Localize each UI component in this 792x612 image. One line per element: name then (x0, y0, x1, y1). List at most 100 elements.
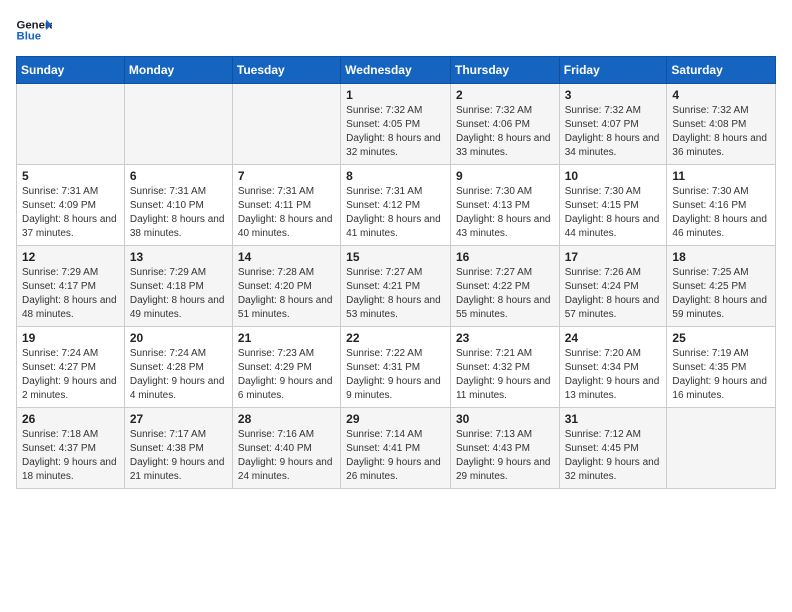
calendar-cell: 2 Sunrise: 7:32 AM Sunset: 4:06 PM Daylig… (450, 84, 559, 165)
calendar-week-row: 5 Sunrise: 7:31 AM Sunset: 4:09 PM Daylig… (17, 165, 776, 246)
day-number: 20 (130, 331, 227, 345)
calendar-week-row: 19 Sunrise: 7:24 AM Sunset: 4:27 PM Dayli… (17, 327, 776, 408)
day-info: Sunrise: 7:17 AM Sunset: 4:38 PM Dayligh… (130, 428, 227, 484)
day-number: 27 (130, 412, 227, 426)
day-number: 29 (346, 412, 445, 426)
calendar-cell: 12Sunrise: 7:29 AM Sunset: 4:17 PM Dayli… (17, 246, 125, 327)
calendar-week-row: 1 Sunrise: 7:32 AM Sunset: 4:05 PM Daylig… (17, 84, 776, 165)
calendar-cell: 17 Sunrise: 7:26 AM Sunset: 4:24 PM Dayli… (559, 246, 667, 327)
day-number: 24 (565, 331, 662, 345)
day-info: Sunrise: 7:25 AM Sunset: 4:25 PM Dayligh… (672, 266, 770, 322)
day-number: 4 (672, 88, 770, 102)
page-header: General Blue (16, 16, 776, 44)
calendar-cell: 5 Sunrise: 7:31 AM Sunset: 4:09 PM Daylig… (17, 165, 125, 246)
day-info: Sunrise: 7:23 AM Sunset: 4:29 PM Dayligh… (238, 347, 335, 403)
calendar-cell: 29 Sunrise: 7:14 AM Sunset: 4:41 PM Dayli… (341, 408, 451, 489)
day-info: Sunrise: 7:19 AM Sunset: 4:35 PM Dayligh… (672, 347, 770, 403)
calendar-cell: 26Sunrise: 7:18 AM Sunset: 4:37 PM Dayli… (17, 408, 125, 489)
day-number: 12 (22, 250, 119, 264)
calendar-cell: 22 Sunrise: 7:22 AM Sunset: 4:31 PM Dayli… (341, 327, 451, 408)
calendar-cell: 16 Sunrise: 7:27 AM Sunset: 4:22 PM Dayli… (450, 246, 559, 327)
day-number: 26 (22, 412, 119, 426)
day-info: Sunrise: 7:32 AM Sunset: 4:07 PM Dayligh… (565, 104, 662, 160)
calendar-cell: 9 Sunrise: 7:30 AM Sunset: 4:13 PM Daylig… (450, 165, 559, 246)
logo: General Blue (16, 16, 52, 44)
day-info: Sunrise: 7:32 AM Sunset: 4:06 PM Dayligh… (456, 104, 554, 160)
calendar-cell (17, 84, 125, 165)
day-info: Sunrise: 7:22 AM Sunset: 4:31 PM Dayligh… (346, 347, 445, 403)
header-cell-thursday: Thursday (450, 57, 559, 84)
day-info: Sunrise: 7:24 AM Sunset: 4:27 PM Dayligh… (22, 347, 119, 403)
calendar-cell: 8Sunrise: 7:31 AM Sunset: 4:12 PM Daylig… (341, 165, 451, 246)
day-number: 23 (456, 331, 554, 345)
svg-text:Blue: Blue (17, 31, 42, 43)
day-number: 28 (238, 412, 335, 426)
calendar-cell: 23Sunrise: 7:21 AM Sunset: 4:32 PM Dayli… (450, 327, 559, 408)
day-info: Sunrise: 7:12 AM Sunset: 4:45 PM Dayligh… (565, 428, 662, 484)
day-number: 1 (346, 88, 445, 102)
day-number: 6 (130, 169, 227, 183)
day-info: Sunrise: 7:30 AM Sunset: 4:16 PM Dayligh… (672, 185, 770, 241)
calendar-cell: 25 Sunrise: 7:19 AM Sunset: 4:35 PM Dayli… (667, 327, 776, 408)
day-number: 14 (238, 250, 335, 264)
day-info: Sunrise: 7:31 AM Sunset: 4:12 PM Dayligh… (346, 185, 445, 241)
calendar-cell: 13Sunrise: 7:29 AM Sunset: 4:18 PM Dayli… (124, 246, 232, 327)
calendar-cell: 19 Sunrise: 7:24 AM Sunset: 4:27 PM Dayli… (17, 327, 125, 408)
day-info: Sunrise: 7:27 AM Sunset: 4:22 PM Dayligh… (456, 266, 554, 322)
day-number: 31 (565, 412, 662, 426)
day-info: Sunrise: 7:31 AM Sunset: 4:11 PM Dayligh… (238, 185, 335, 241)
calendar-cell: 14 Sunrise: 7:28 AM Sunset: 4:20 PM Dayli… (232, 246, 340, 327)
day-info: Sunrise: 7:27 AM Sunset: 4:21 PM Dayligh… (346, 266, 445, 322)
day-info: Sunrise: 7:16 AM Sunset: 4:40 PM Dayligh… (238, 428, 335, 484)
calendar-cell: 6 Sunrise: 7:31 AM Sunset: 4:10 PM Daylig… (124, 165, 232, 246)
day-number: 5 (22, 169, 119, 183)
day-number: 17 (565, 250, 662, 264)
day-number: 30 (456, 412, 554, 426)
day-number: 25 (672, 331, 770, 345)
day-info: Sunrise: 7:32 AM Sunset: 4:08 PM Dayligh… (672, 104, 770, 160)
calendar-cell: 11 Sunrise: 7:30 AM Sunset: 4:16 PM Dayli… (667, 165, 776, 246)
calendar-cell: 21Sunrise: 7:23 AM Sunset: 4:29 PM Dayli… (232, 327, 340, 408)
day-info: Sunrise: 7:31 AM Sunset: 4:09 PM Dayligh… (22, 185, 119, 241)
day-info: Sunrise: 7:30 AM Sunset: 4:15 PM Dayligh… (565, 185, 662, 241)
header-cell-tuesday: Tuesday (232, 57, 340, 84)
calendar-body: 1 Sunrise: 7:32 AM Sunset: 4:05 PM Daylig… (17, 84, 776, 489)
day-info: Sunrise: 7:26 AM Sunset: 4:24 PM Dayligh… (565, 266, 662, 322)
day-info: Sunrise: 7:20 AM Sunset: 4:34 PM Dayligh… (565, 347, 662, 403)
day-number: 16 (456, 250, 554, 264)
calendar-cell (124, 84, 232, 165)
calendar-cell: 28 Sunrise: 7:16 AM Sunset: 4:40 PM Dayli… (232, 408, 340, 489)
logo-icon: General Blue (16, 16, 52, 44)
day-number: 18 (672, 250, 770, 264)
day-number: 19 (22, 331, 119, 345)
day-info: Sunrise: 7:14 AM Sunset: 4:41 PM Dayligh… (346, 428, 445, 484)
day-number: 22 (346, 331, 445, 345)
day-number: 15 (346, 250, 445, 264)
calendar-cell (232, 84, 340, 165)
calendar-cell: 7Sunrise: 7:31 AM Sunset: 4:11 PM Daylig… (232, 165, 340, 246)
calendar-cell: 10 Sunrise: 7:30 AM Sunset: 4:15 PM Dayli… (559, 165, 667, 246)
day-info: Sunrise: 7:24 AM Sunset: 4:28 PM Dayligh… (130, 347, 227, 403)
calendar-cell: 18 Sunrise: 7:25 AM Sunset: 4:25 PM Dayli… (667, 246, 776, 327)
calendar-cell (667, 408, 776, 489)
calendar-week-row: 12Sunrise: 7:29 AM Sunset: 4:17 PM Dayli… (17, 246, 776, 327)
calendar-cell: 15 Sunrise: 7:27 AM Sunset: 4:21 PM Dayli… (341, 246, 451, 327)
calendar-cell: 3 Sunrise: 7:32 AM Sunset: 4:07 PM Daylig… (559, 84, 667, 165)
day-number: 9 (456, 169, 554, 183)
day-number: 11 (672, 169, 770, 183)
day-info: Sunrise: 7:13 AM Sunset: 4:43 PM Dayligh… (456, 428, 554, 484)
day-info: Sunrise: 7:30 AM Sunset: 4:13 PM Dayligh… (456, 185, 554, 241)
day-info: Sunrise: 7:28 AM Sunset: 4:20 PM Dayligh… (238, 266, 335, 322)
calendar-cell: 20 Sunrise: 7:24 AM Sunset: 4:28 PM Dayli… (124, 327, 232, 408)
calendar-week-row: 26Sunrise: 7:18 AM Sunset: 4:37 PM Dayli… (17, 408, 776, 489)
day-number: 2 (456, 88, 554, 102)
calendar-cell: 4 Sunrise: 7:32 AM Sunset: 4:08 PM Daylig… (667, 84, 776, 165)
calendar-cell: 24 Sunrise: 7:20 AM Sunset: 4:34 PM Dayli… (559, 327, 667, 408)
day-info: Sunrise: 7:29 AM Sunset: 4:18 PM Dayligh… (130, 266, 227, 322)
day-number: 3 (565, 88, 662, 102)
day-info: Sunrise: 7:31 AM Sunset: 4:10 PM Dayligh… (130, 185, 227, 241)
header-cell-wednesday: Wednesday (341, 57, 451, 84)
day-info: Sunrise: 7:32 AM Sunset: 4:05 PM Dayligh… (346, 104, 445, 160)
calendar-cell: 1 Sunrise: 7:32 AM Sunset: 4:05 PM Daylig… (341, 84, 451, 165)
day-number: 10 (565, 169, 662, 183)
